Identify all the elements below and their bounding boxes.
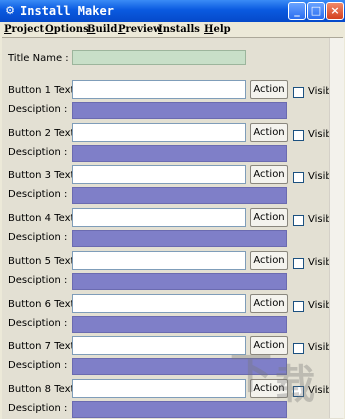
menu-build[interactable]: Build bbox=[87, 23, 117, 36]
button-text-label: Button 6 Text : bbox=[8, 299, 81, 310]
maximize-button[interactable]: □ bbox=[307, 2, 325, 20]
title-name-label: Title Name : bbox=[8, 53, 69, 64]
description-label: Desciption : bbox=[8, 232, 68, 243]
description-input[interactable] bbox=[72, 187, 287, 204]
action-button[interactable]: Action bbox=[250, 80, 288, 99]
description-input[interactable] bbox=[72, 145, 287, 162]
close-icon: × bbox=[330, 4, 340, 17]
description-label: Desciption : bbox=[8, 275, 68, 286]
menu-project[interactable]: Project bbox=[4, 23, 44, 36]
button-text-input[interactable] bbox=[72, 123, 246, 142]
description-label: Desciption : bbox=[8, 360, 68, 371]
description-label: Desciption : bbox=[8, 147, 68, 158]
action-button[interactable]: Action bbox=[250, 208, 288, 227]
close-button[interactable]: × bbox=[326, 2, 344, 20]
watermark-logo: 下 载 bbox=[230, 349, 315, 408]
button-text-label: Button 5 Text : bbox=[8, 256, 81, 267]
title-name-input[interactable] bbox=[72, 50, 246, 65]
visible-checkbox[interactable] bbox=[293, 87, 304, 98]
visible-checkbox[interactable] bbox=[293, 301, 304, 312]
menu-help[interactable]: Help bbox=[204, 23, 231, 36]
button-text-label: Button 1 Text : bbox=[8, 85, 81, 96]
action-button[interactable]: Action bbox=[250, 165, 288, 184]
button-text-label: Button 8 Text : bbox=[8, 384, 81, 395]
description-label: Desciption : bbox=[8, 403, 68, 414]
menu-installs[interactable]: Installs bbox=[158, 23, 200, 36]
action-button[interactable]: Action bbox=[250, 123, 288, 142]
visible-checkbox[interactable] bbox=[293, 215, 304, 226]
description-input[interactable] bbox=[72, 102, 287, 119]
description-label: Desciption : bbox=[8, 318, 68, 329]
svg-text:载: 载 bbox=[275, 361, 315, 408]
button-text-input[interactable] bbox=[72, 165, 246, 184]
menu-preview[interactable]: Preview bbox=[118, 23, 162, 36]
maximize-icon: □ bbox=[310, 4, 322, 17]
visible-checkbox[interactable] bbox=[293, 130, 304, 141]
minimize-icon: _ bbox=[294, 4, 300, 17]
description-input[interactable] bbox=[72, 316, 287, 333]
visible-checkbox[interactable] bbox=[293, 172, 304, 183]
description-input[interactable] bbox=[72, 273, 287, 290]
menu-options[interactable]: Options bbox=[45, 23, 89, 36]
button-text-input[interactable] bbox=[72, 208, 246, 227]
visible-checkbox[interactable] bbox=[293, 258, 304, 269]
button-text-label: Button 2 Text : bbox=[8, 128, 81, 139]
window-title: Install Maker bbox=[20, 4, 114, 18]
description-input[interactable] bbox=[72, 230, 287, 247]
button-text-input[interactable] bbox=[72, 251, 246, 270]
app-icon: ⚙ bbox=[5, 4, 15, 17]
button-text-input[interactable] bbox=[72, 80, 246, 99]
button-text-label: Button 3 Text : bbox=[8, 170, 81, 181]
description-label: Desciption : bbox=[8, 189, 68, 200]
button-text-input[interactable] bbox=[72, 294, 246, 313]
button-text-label: Button 7 Text : bbox=[8, 341, 81, 352]
title-bar: ⚙ Install Maker _ □ × bbox=[0, 0, 345, 22]
button-text-label: Button 4 Text : bbox=[8, 213, 81, 224]
action-button[interactable]: Action bbox=[250, 294, 288, 313]
description-label: Desciption : bbox=[8, 104, 68, 115]
svg-text:下: 下 bbox=[230, 349, 272, 398]
minimize-button[interactable]: _ bbox=[288, 2, 306, 20]
action-button[interactable]: Action bbox=[250, 251, 288, 270]
menu-bar: Project Options Build Preview Installs H… bbox=[0, 22, 345, 37]
